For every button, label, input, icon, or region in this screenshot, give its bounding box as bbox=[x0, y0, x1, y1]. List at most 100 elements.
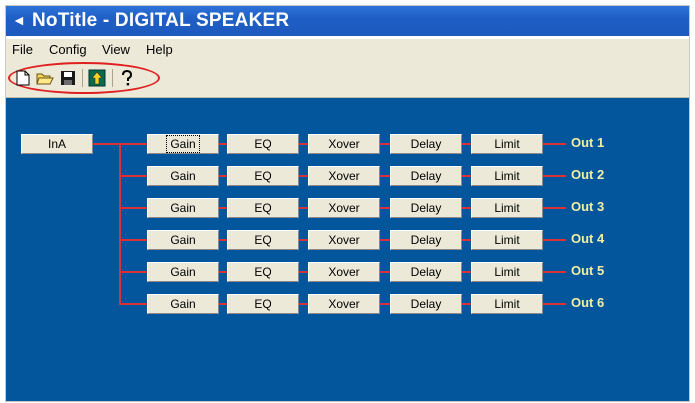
menu-config[interactable]: Config bbox=[49, 42, 87, 58]
block-gain-6[interactable]: Gain bbox=[147, 294, 219, 314]
block-label: EQ bbox=[254, 169, 272, 183]
block-xover-5[interactable]: Xover bbox=[308, 262, 380, 282]
speaker-icon[interactable]: ◄ bbox=[12, 11, 26, 29]
block-label: Delay bbox=[410, 265, 442, 279]
block-eq-3[interactable]: EQ bbox=[227, 198, 299, 218]
block-delay-5[interactable]: Delay bbox=[390, 262, 462, 282]
block-limit-4[interactable]: Limit bbox=[471, 230, 543, 250]
block-delay-6[interactable]: Delay bbox=[390, 294, 462, 314]
block-label: EQ bbox=[254, 137, 272, 151]
block-gain-3[interactable]: Gain bbox=[147, 198, 219, 218]
wire bbox=[299, 143, 308, 145]
block-label: Delay bbox=[410, 233, 442, 247]
block-limit-3[interactable]: Limit bbox=[471, 198, 543, 218]
block-label: EQ bbox=[254, 233, 272, 247]
wire bbox=[219, 207, 227, 209]
block-gain-4[interactable]: Gain bbox=[147, 230, 219, 250]
block-label: Xover bbox=[328, 297, 360, 311]
wire bbox=[219, 175, 227, 177]
window-title: NoTitle - DIGITAL SPEAKER bbox=[32, 10, 290, 31]
block-gain-5[interactable]: Gain bbox=[147, 262, 219, 282]
wire bbox=[543, 207, 566, 209]
block-label: Delay bbox=[410, 201, 442, 215]
wire bbox=[462, 239, 471, 241]
wire bbox=[299, 175, 308, 177]
title-bar: ◄ NoTitle - DIGITAL SPEAKER bbox=[6, 6, 689, 36]
toolbar-separator bbox=[82, 69, 83, 87]
wire bbox=[380, 271, 390, 273]
block-xover-6[interactable]: Xover bbox=[308, 294, 380, 314]
wire bbox=[219, 143, 227, 145]
wire bbox=[380, 175, 390, 177]
wire bbox=[543, 143, 566, 145]
output-label-1: Out 1 bbox=[571, 135, 605, 150]
block-gain-1[interactable]: Gain bbox=[147, 134, 219, 154]
open-folder-icon[interactable] bbox=[36, 69, 54, 87]
block-limit-5[interactable]: Limit bbox=[471, 262, 543, 282]
wire bbox=[380, 303, 390, 305]
upload-icon[interactable] bbox=[88, 69, 106, 87]
block-label: EQ bbox=[254, 201, 272, 215]
wire bbox=[219, 303, 227, 305]
block-eq-2[interactable]: EQ bbox=[227, 166, 299, 186]
wire bbox=[462, 303, 471, 305]
block-label: Gain bbox=[166, 135, 200, 153]
menu-file[interactable]: File bbox=[12, 42, 33, 58]
block-delay-4[interactable]: Delay bbox=[390, 230, 462, 250]
wire bbox=[462, 271, 471, 273]
block-limit-2[interactable]: Limit bbox=[471, 166, 543, 186]
block-label: Limit bbox=[494, 137, 520, 151]
new-icon[interactable] bbox=[14, 69, 32, 87]
wire bbox=[299, 207, 308, 209]
block-label: Gain bbox=[170, 233, 196, 247]
wire bbox=[380, 239, 390, 241]
wire bbox=[219, 239, 227, 241]
wire bbox=[543, 239, 566, 241]
help-icon[interactable] bbox=[118, 69, 136, 87]
block-label: Limit bbox=[494, 233, 520, 247]
toolbar-separator bbox=[112, 69, 113, 87]
block-xover-1[interactable]: Xover bbox=[308, 134, 380, 154]
wire bbox=[380, 143, 390, 145]
output-label-4: Out 4 bbox=[571, 231, 605, 246]
wire bbox=[462, 143, 471, 145]
input-block-ina[interactable]: InA bbox=[21, 134, 93, 154]
block-label: Xover bbox=[328, 201, 360, 215]
output-label-2: Out 2 bbox=[571, 167, 605, 182]
block-xover-4[interactable]: Xover bbox=[308, 230, 380, 250]
signal-flow-canvas: InA Gain EQ Xover Delay Limit Out 1 Gain EQ Xover… bbox=[6, 98, 689, 401]
block-eq-6[interactable]: EQ bbox=[227, 294, 299, 314]
block-delay-2[interactable]: Delay bbox=[390, 166, 462, 186]
block-label: Xover bbox=[328, 169, 360, 183]
block-limit-6[interactable]: Limit bbox=[471, 294, 543, 314]
block-label: EQ bbox=[254, 265, 272, 279]
wire bbox=[462, 175, 471, 177]
input-block-label: InA bbox=[47, 137, 66, 151]
block-limit-1[interactable]: Limit bbox=[471, 134, 543, 154]
block-label: Gain bbox=[170, 169, 196, 183]
wire bbox=[543, 303, 566, 305]
menu-help[interactable]: Help bbox=[146, 42, 173, 58]
save-icon[interactable] bbox=[59, 69, 77, 87]
toolbar bbox=[6, 61, 689, 98]
block-label: Limit bbox=[494, 169, 520, 183]
block-label: Xover bbox=[328, 137, 360, 151]
menu-view[interactable]: View bbox=[102, 42, 130, 58]
block-delay-3[interactable]: Delay bbox=[390, 198, 462, 218]
block-label: Gain bbox=[170, 297, 196, 311]
block-delay-1[interactable]: Delay bbox=[390, 134, 462, 154]
block-eq-5[interactable]: EQ bbox=[227, 262, 299, 282]
app-window: ◄ NoTitle - DIGITAL SPEAKER File Config … bbox=[6, 6, 689, 401]
wire bbox=[299, 239, 308, 241]
block-label: Delay bbox=[410, 169, 442, 183]
block-gain-2[interactable]: Gain bbox=[147, 166, 219, 186]
block-xover-2[interactable]: Xover bbox=[308, 166, 380, 186]
block-label: Gain bbox=[170, 265, 196, 279]
wire bbox=[380, 207, 390, 209]
block-xover-3[interactable]: Xover bbox=[308, 198, 380, 218]
wire bbox=[543, 271, 566, 273]
block-label: Limit bbox=[494, 297, 520, 311]
block-eq-4[interactable]: EQ bbox=[227, 230, 299, 250]
block-label: Limit bbox=[494, 265, 520, 279]
block-eq-1[interactable]: EQ bbox=[227, 134, 299, 154]
